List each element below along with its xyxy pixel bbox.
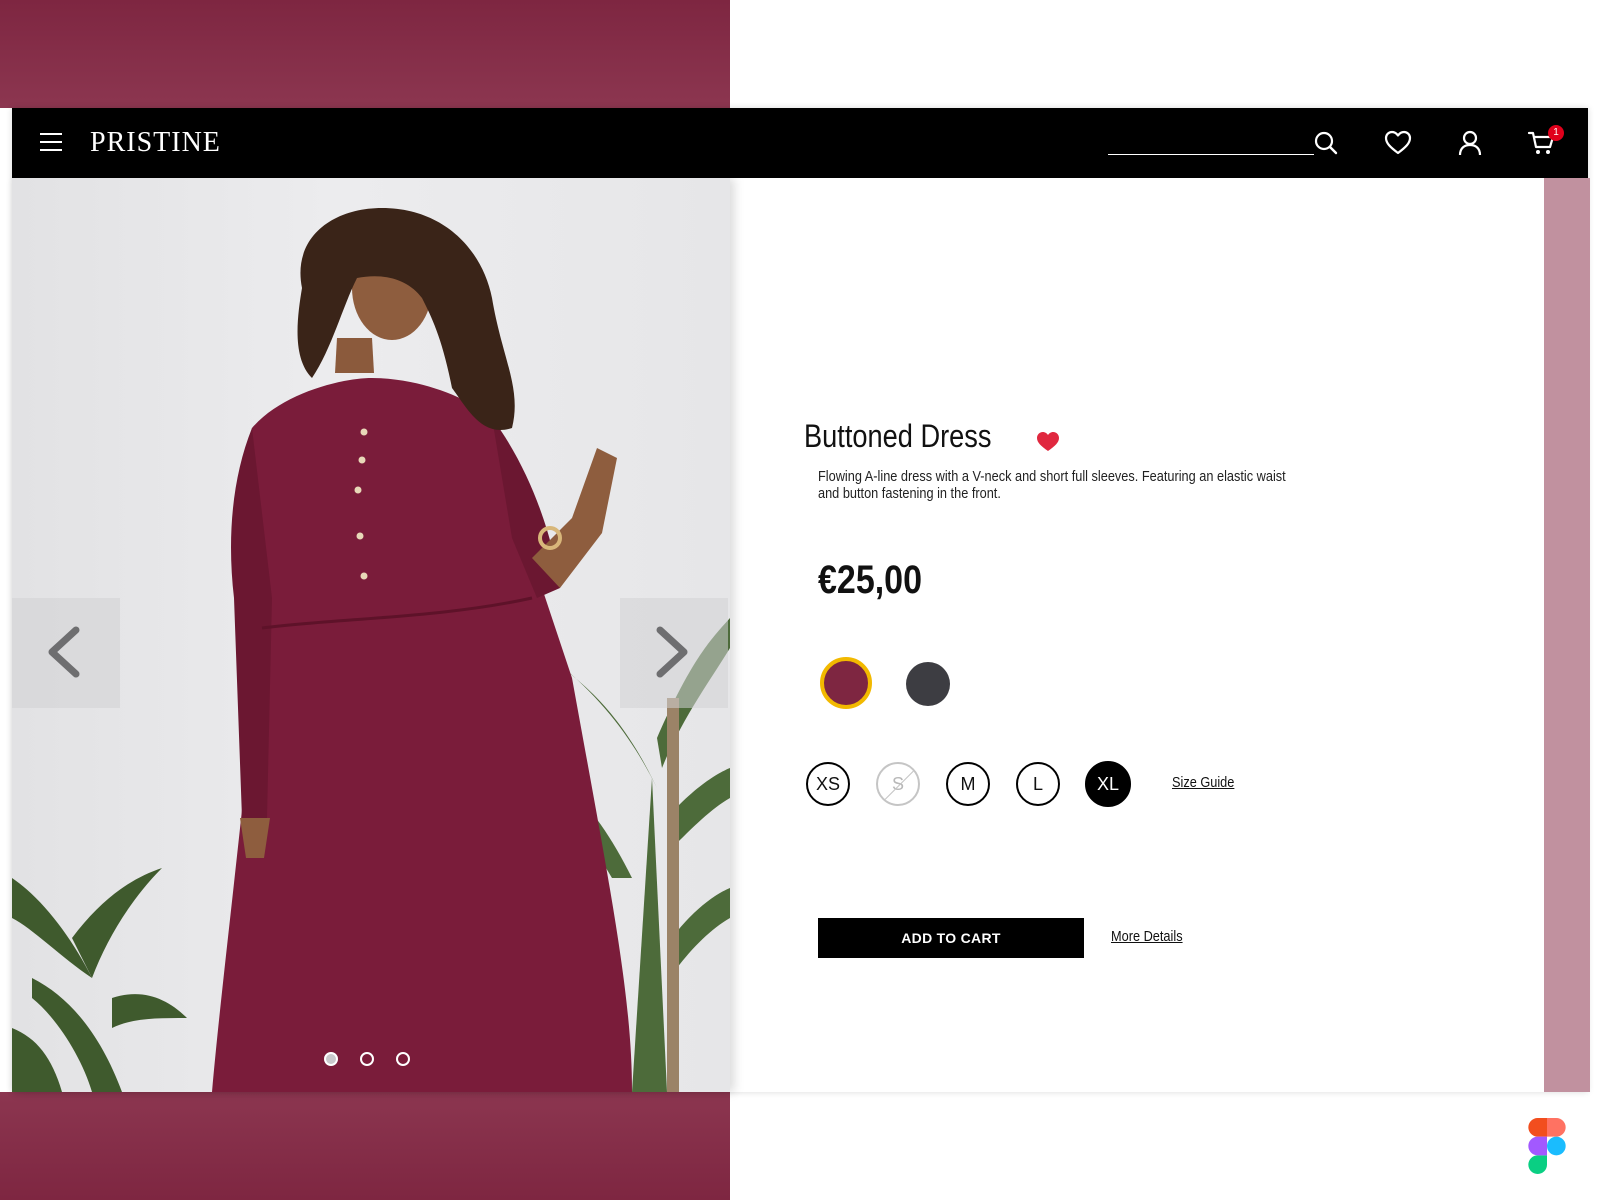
figma-logo-icon <box>1528 1118 1566 1174</box>
size-option-s: S <box>876 762 920 806</box>
add-to-cart-button[interactable]: ADD TO CART <box>818 918 1084 958</box>
carousel-dot-2[interactable] <box>360 1052 374 1066</box>
favorite-heart-icon[interactable] <box>1036 430 1060 452</box>
product-image-carousel <box>12 178 730 1092</box>
hamburger-menu-icon[interactable] <box>40 133 62 153</box>
product-page-frame: PRISTINE 1 Buttoned Dress Flowing A-line… <box>12 108 1588 1092</box>
size-option-l[interactable]: L <box>1016 762 1060 806</box>
top-navbar: PRISTINE 1 <box>12 108 1588 178</box>
size-guide-link[interactable]: Size Guide <box>1172 774 1234 791</box>
user-account-icon[interactable] <box>1456 129 1484 157</box>
background-accent-strip <box>1544 178 1590 1092</box>
chevron-left-icon <box>48 626 80 678</box>
carousel-prev-button[interactable] <box>12 598 120 708</box>
chevron-right-icon <box>656 626 688 678</box>
color-swatch-charcoal[interactable] <box>906 662 950 706</box>
more-details-link[interactable]: More Details <box>1111 928 1183 945</box>
search-icon[interactable] <box>1312 129 1340 157</box>
wishlist-heart-icon[interactable] <box>1384 129 1412 157</box>
brand-logo[interactable]: PRISTINE <box>90 126 221 160</box>
product-price: €25,00 <box>818 558 922 602</box>
size-option-xl[interactable]: XL <box>1085 761 1131 807</box>
cart-count-badge: 1 <box>1548 125 1564 141</box>
search-input[interactable] <box>1108 128 1314 155</box>
size-option-m[interactable]: M <box>946 762 990 806</box>
carousel-dot-3[interactable] <box>396 1052 410 1066</box>
background-band-top <box>0 0 730 108</box>
color-swatch-burgundy[interactable] <box>820 657 872 709</box>
size-option-xs[interactable]: XS <box>806 762 850 806</box>
product-title: Buttoned Dress <box>804 418 992 454</box>
background-band-bottom <box>0 1092 730 1200</box>
product-description: Flowing A-line dress with a V-neck and s… <box>818 468 1286 502</box>
carousel-next-button[interactable] <box>620 598 728 708</box>
carousel-dot-1[interactable] <box>324 1052 338 1066</box>
